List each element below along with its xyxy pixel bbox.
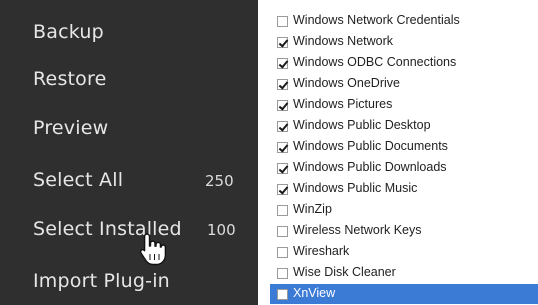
list-item[interactable]: Wise Disk Cleaner <box>270 263 538 283</box>
list-item[interactable]: WinZip <box>270 200 538 220</box>
checkbox[interactable] <box>277 268 288 279</box>
checkbox[interactable] <box>277 289 288 300</box>
list-item[interactable]: Windows Public Downloads <box>270 158 538 178</box>
sidebar-item-backup[interactable]: Backup <box>33 21 104 43</box>
checkbox[interactable] <box>277 163 288 174</box>
checkbox[interactable] <box>277 58 288 69</box>
sidebar: Backup Restore Preview Select All 250 Se… <box>0 0 258 305</box>
list-item-label: Windows Network <box>293 34 394 48</box>
list-item-label: Windows OneDrive <box>293 76 400 90</box>
list-item[interactable]: Windows Network <box>270 32 538 52</box>
list-item-selected[interactable]: XnView <box>270 284 538 304</box>
checkbox[interactable] <box>277 100 288 111</box>
sidebar-item-import-plug-in[interactable]: Import Plug-in <box>33 270 170 292</box>
list-item-label: Windows Public Music <box>293 181 418 195</box>
list-item-label: Windows ODBC Connections <box>293 55 457 69</box>
sidebar-item-restore[interactable]: Restore <box>33 68 107 90</box>
checkbox[interactable] <box>277 79 288 90</box>
list-item-label: Windows Public Desktop <box>293 118 431 132</box>
list-item[interactable]: Wireless Network Keys <box>270 221 538 241</box>
select-installed-count: 100 <box>207 221 236 239</box>
list-item[interactable]: Wireshark <box>270 242 538 262</box>
checkbox[interactable] <box>277 247 288 258</box>
plugin-checklist: Windows Network Credentials Windows Netw… <box>270 0 538 305</box>
list-item-label: XnView <box>293 286 336 300</box>
sidebar-item-select-all[interactable]: Select All <box>33 169 123 191</box>
checkbox[interactable] <box>277 205 288 216</box>
checkbox[interactable] <box>277 184 288 195</box>
list-item[interactable]: Windows Public Documents <box>270 137 538 157</box>
checkbox[interactable] <box>277 16 288 27</box>
list-item[interactable]: Windows Public Desktop <box>270 116 538 136</box>
checkbox[interactable] <box>277 142 288 153</box>
hand-cursor-icon <box>139 233 167 266</box>
list-item-label: Wireless Network Keys <box>293 223 422 237</box>
list-item[interactable]: Windows Pictures <box>270 95 538 115</box>
list-item-label: Windows Network Credentials <box>293 13 460 27</box>
select-all-count: 250 <box>205 172 234 190</box>
list-item-label: Windows Public Downloads <box>293 160 447 174</box>
checkbox[interactable] <box>277 37 288 48</box>
sidebar-item-preview[interactable]: Preview <box>33 117 108 139</box>
checkbox[interactable] <box>277 226 288 237</box>
list-item[interactable]: Windows ODBC Connections <box>270 53 538 73</box>
list-item-label: Wireshark <box>293 244 350 258</box>
list-item[interactable]: Windows Network Credentials <box>270 11 538 31</box>
list-item[interactable]: Windows OneDrive <box>270 74 538 94</box>
list-item-label: Windows Public Documents <box>293 139 448 153</box>
list-item-label: WinZip <box>293 202 332 216</box>
checkbox[interactable] <box>277 121 288 132</box>
list-item[interactable]: Windows Public Music <box>270 179 538 199</box>
list-item-label: Windows Pictures <box>293 97 393 111</box>
list-item-label: Wise Disk Cleaner <box>293 265 396 279</box>
